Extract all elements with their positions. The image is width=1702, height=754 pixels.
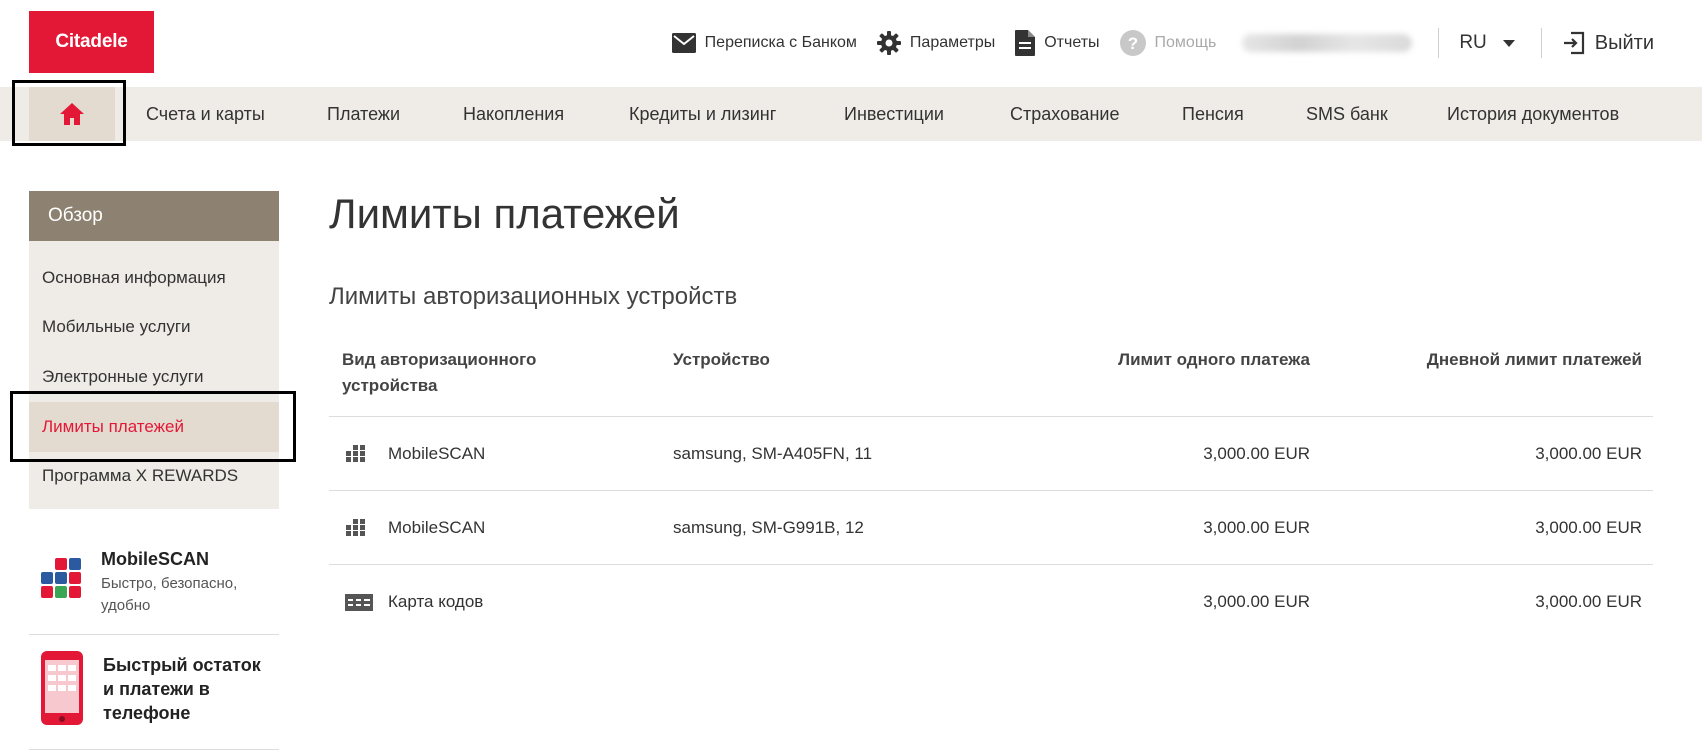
- sidebar-item-basic-info[interactable]: Основная информация: [29, 253, 279, 303]
- chevron-down-icon[interactable]: [1502, 39, 1515, 47]
- divider: [1438, 28, 1440, 58]
- highlight-frame-payment-limits: [10, 391, 296, 462]
- column-header-single-limit: Лимит одного платежа: [1118, 350, 1310, 369]
- nav-loans-leasing[interactable]: Кредиты и лизинг: [629, 87, 776, 141]
- user-name-redacted: [1242, 34, 1413, 52]
- cell-daily-limit: 3,000.00 EUR: [1535, 592, 1642, 611]
- reports-link[interactable]: Отчеты: [1015, 30, 1100, 56]
- nav-pension[interactable]: Пенсия: [1182, 87, 1244, 141]
- cell-type: MobileSCAN: [388, 444, 486, 463]
- column-header-type: Вид авторизационного устройства: [342, 347, 536, 399]
- section-title: Лимиты авторизационных устройств: [329, 283, 738, 310]
- messages-label: Переписка с Банком: [704, 34, 857, 51]
- gear-icon: [876, 31, 901, 55]
- sidebar-menu: Основная информация Мобильные услуги Эле…: [29, 241, 279, 509]
- mobilescan-grid-icon: [346, 445, 365, 462]
- cell-single-limit: 3,000.00 EUR: [1203, 444, 1310, 463]
- top-utility-nav: Переписка с Банком Параметры Отчеты ? По…: [652, 26, 1654, 60]
- help-icon: ?: [1119, 30, 1146, 56]
- logout-button[interactable]: Выйти: [1562, 31, 1654, 55]
- sidebar-header: Обзор: [29, 191, 279, 241]
- nav-accounts-cards[interactable]: Счета и карты: [146, 87, 265, 141]
- citadele-logo[interactable]: Citadele: [29, 11, 154, 73]
- page-title: Лимиты платежей: [329, 190, 680, 237]
- promo-mobilescan-subtitle-line: Быстро, безопасно,: [101, 575, 238, 592]
- table-row: MobileSCAN samsung, SM-A405FN, 11 3,000.…: [329, 416, 1653, 491]
- cell-single-limit: 3,000.00 EUR: [1203, 518, 1310, 537]
- phone-icon: [41, 651, 83, 725]
- cell-single-limit: 3,000.00 EUR: [1203, 592, 1310, 611]
- mobilescan-grid-icon: [346, 519, 365, 536]
- promo-quick-balance[interactable]: Быстрый остаток и платежи в телефоне: [29, 641, 279, 749]
- messages-link[interactable]: Переписка с Банком: [671, 33, 857, 53]
- column-header-daily-limit: Дневной лимит платежей: [1426, 350, 1642, 369]
- promo-mobilescan-title: MobileSCAN: [101, 549, 209, 569]
- cell-device: samsung, SM-G991B, 12: [673, 518, 864, 537]
- logout-label: Выйти: [1594, 31, 1654, 54]
- highlight-frame-home: [12, 80, 126, 146]
- svg-text:?: ?: [1127, 34, 1137, 53]
- envelope-icon: [671, 33, 696, 53]
- logout-icon: [1563, 31, 1584, 55]
- promo-quick-balance-title-line: и платежи в: [103, 679, 210, 699]
- settings-link[interactable]: Параметры: [876, 31, 996, 55]
- column-header-type-line: Вид авторизационного: [342, 350, 537, 369]
- divider: [29, 634, 279, 635]
- divider: [29, 749, 279, 750]
- reports-label: Отчеты: [1044, 34, 1100, 51]
- divider: [1540, 28, 1542, 58]
- promo-quick-balance-title-line: телефоне: [103, 703, 191, 723]
- settings-label: Параметры: [909, 34, 996, 51]
- promo-quick-balance-title-line: Быстрый остаток: [103, 655, 261, 675]
- document-icon: [1015, 30, 1036, 56]
- nav-payments[interactable]: Платежи: [327, 87, 400, 141]
- help-label: Помощь: [1154, 34, 1217, 51]
- cell-device: samsung, SM-A405FN, 11: [673, 444, 873, 463]
- cell-daily-limit: 3,000.00 EUR: [1535, 518, 1642, 537]
- column-header-type-line: устройства: [342, 376, 438, 395]
- main-nav: Счета и карты Платежи Накопления Кредиты…: [0, 87, 1702, 141]
- sidebar-item-mobile-services[interactable]: Мобильные услуги: [29, 302, 279, 352]
- promo-mobilescan[interactable]: MobileSCAN Быстро, безопасно, удобно: [29, 540, 279, 634]
- nav-insurance[interactable]: Страхование: [1010, 87, 1119, 141]
- language-select[interactable]: RU: [1459, 32, 1486, 54]
- promo-mobilescan-subtitle-line: удобно: [101, 597, 151, 614]
- column-header-device: Устройство: [673, 350, 770, 369]
- nav-sms-bank[interactable]: SMS банк: [1306, 87, 1388, 141]
- cell-type: MobileSCAN: [388, 518, 486, 537]
- cell-type: Карта кодов: [388, 592, 484, 611]
- help-link[interactable]: ? Помощь: [1119, 30, 1217, 56]
- table-row: Карта кодов 3,000.00 EUR 3,000.00 EUR: [329, 564, 1653, 639]
- mobilescan-logo-icon: [41, 558, 81, 598]
- nav-savings[interactable]: Накопления: [463, 87, 564, 141]
- cell-daily-limit: 3,000.00 EUR: [1535, 444, 1642, 463]
- code-card-icon: [345, 594, 373, 611]
- nav-document-history[interactable]: История документов: [1447, 87, 1619, 141]
- nav-investments[interactable]: Инвестиции: [844, 87, 944, 141]
- table-row: MobileSCAN samsung, SM-G991B, 12 3,000.0…: [329, 490, 1653, 565]
